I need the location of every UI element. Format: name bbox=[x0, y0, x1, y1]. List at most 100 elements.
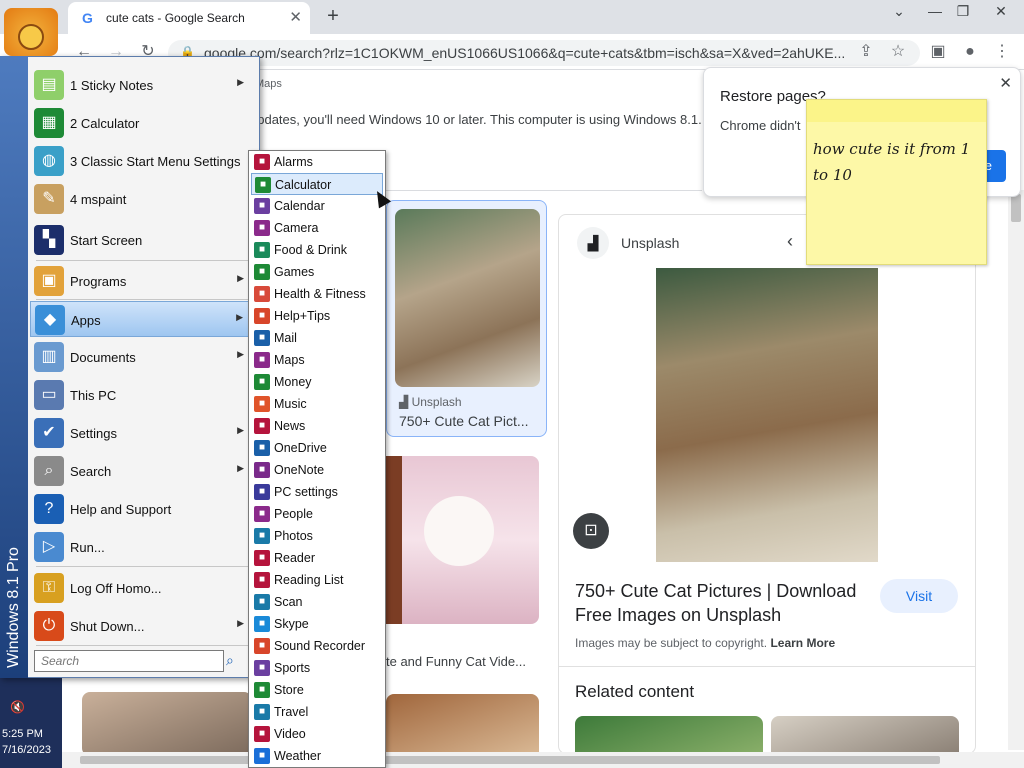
app-item-photos[interactable]: ■ Photos bbox=[251, 525, 383, 547]
app-item-help-tips[interactable]: ■ Help+Tips bbox=[251, 305, 383, 327]
copyright-note: Images may be subject to copyright. Lear… bbox=[575, 636, 836, 650]
app-item-label: Photos bbox=[274, 529, 313, 543]
sticky-note-titlebar[interactable] bbox=[807, 100, 986, 122]
app-item-news[interactable]: ■ News bbox=[251, 415, 383, 437]
app-item-sports[interactable]: ■ Sports bbox=[251, 657, 383, 679]
tab-cute-cats[interactable]: G cute cats - Google Search ✕ bbox=[68, 2, 310, 34]
app-item-maps[interactable]: ■ Maps bbox=[251, 349, 383, 371]
share-icon[interactable]: ⇪ bbox=[856, 44, 876, 60]
app-item-label: Food & Drink bbox=[274, 243, 347, 257]
start-menu-item-2-calculator[interactable]: ▦ 2 Calculator bbox=[30, 105, 252, 141]
start-menu-item-settings[interactable]: ✔ Settings ▶ bbox=[30, 415, 252, 451]
app-item-travel[interactable]: ■ Travel bbox=[251, 701, 383, 723]
menu-icon[interactable]: ⋮ bbox=[992, 44, 1012, 60]
close-window-button[interactable]: ✕ bbox=[984, 0, 1018, 24]
shell-icon: ◍ bbox=[34, 146, 64, 176]
start-menu-item-search[interactable]: ⌕ Search ▶ bbox=[30, 453, 252, 489]
new-tab-button[interactable]: + bbox=[322, 5, 344, 28]
start-menu-item-1-sticky-notes[interactable]: ▤ 1 Sticky Notes ▶ bbox=[30, 67, 252, 103]
log-off-icon: ⚿ bbox=[34, 573, 64, 603]
related-image-1[interactable] bbox=[575, 716, 763, 756]
bookmark-star-icon[interactable]: ☆ bbox=[888, 44, 908, 60]
app-item-camera[interactable]: ■ Camera bbox=[251, 217, 383, 239]
app-item-health-fitness[interactable]: ■ Health & Fitness bbox=[251, 283, 383, 305]
visit-button[interactable]: Visit bbox=[880, 579, 958, 613]
app-item-label: Help+Tips bbox=[274, 309, 331, 323]
start-menu-item-documents[interactable]: ▥ Documents ▶ bbox=[30, 339, 252, 375]
prev-icon[interactable]: ‹ bbox=[787, 231, 793, 252]
related-image-2[interactable] bbox=[771, 716, 959, 756]
start-button[interactable] bbox=[4, 8, 58, 56]
app-item-people[interactable]: ■ People bbox=[251, 503, 383, 525]
tab-search-button[interactable]: ⌄ bbox=[882, 0, 916, 24]
start-search-input[interactable]: Search bbox=[34, 650, 224, 672]
clock[interactable]: 5:25 PM 7/16/2023 bbox=[2, 726, 51, 758]
google-lens-icon[interactable]: ⊡ bbox=[573, 513, 609, 549]
app-item-onedrive[interactable]: ■ OneDrive bbox=[251, 437, 383, 459]
partial-thumbnail[interactable] bbox=[386, 456, 402, 624]
url-text[interactable]: google.com/search?rlz=1C1OKWM_enUS1066US… bbox=[204, 45, 844, 61]
search-icon[interactable]: ⌕ bbox=[226, 652, 234, 669]
computer-icon: ▭ bbox=[34, 380, 64, 410]
learn-more-link[interactable]: Learn More bbox=[770, 636, 835, 650]
app-item-sound-recorder[interactable]: ■ Sound Recorder bbox=[251, 635, 383, 657]
image-result-selected[interactable]: ▟ Unsplash 750+ Cute Cat Pict... bbox=[386, 200, 547, 437]
horizontal-scrollbar[interactable] bbox=[60, 752, 1024, 768]
app-item-label: Games bbox=[274, 265, 315, 279]
sleeping-kitten-thumbnail[interactable] bbox=[386, 694, 539, 754]
app-item-label: Sports bbox=[274, 661, 311, 675]
app-item-food-drink[interactable]: ■ Food & Drink bbox=[251, 239, 383, 261]
start-menu-item-4-mspaint[interactable]: ✎ 4 mspaint bbox=[30, 181, 252, 217]
preview-image[interactable] bbox=[656, 268, 878, 562]
start-menu-item-3-classic-start-menu-settings[interactable]: ◍ 3 Classic Start Menu Settings bbox=[30, 143, 252, 179]
app-item-pc-settings[interactable]: ■ PC settings bbox=[251, 481, 383, 503]
app-item-calendar[interactable]: ■ Calendar bbox=[251, 195, 383, 217]
app-calendar-icon: ■ bbox=[254, 198, 270, 214]
kitten-thumbnail[interactable] bbox=[395, 209, 540, 387]
side-panel-icon[interactable]: ▣ bbox=[928, 44, 948, 60]
app-item-reading-list[interactable]: ■ Reading List bbox=[251, 569, 383, 591]
start-menu-item-log-off-homo[interactable]: ⚿ Log Off Homo... bbox=[30, 570, 252, 606]
app-item-video[interactable]: ■ Video bbox=[251, 723, 383, 745]
volume-icon[interactable]: 🔇 bbox=[10, 700, 25, 714]
sticky-note[interactable]: how cute is it from 1 to 10 bbox=[806, 99, 987, 265]
start-menu-item-shut-down[interactable]: ⏻ Shut Down... ▶ bbox=[30, 608, 252, 644]
start-menu-item-this-pc[interactable]: ▭ This PC bbox=[30, 377, 252, 413]
app-item-calculator[interactable]: ■ Calculator bbox=[251, 173, 383, 195]
panel-source[interactable]: Unsplash bbox=[621, 235, 679, 251]
app-item-skype[interactable]: ■ Skype bbox=[251, 613, 383, 635]
app-item-alarms[interactable]: ■ Alarms bbox=[251, 151, 383, 173]
start-menu-item-label: 3 Classic Start Menu Settings bbox=[70, 154, 241, 169]
app-item-reader[interactable]: ■ Reader bbox=[251, 547, 383, 569]
tab-close-icon[interactable]: ✕ bbox=[289, 8, 302, 26]
start-menu-item-start-screen[interactable]: ▚ Start Screen bbox=[30, 222, 252, 258]
app-item-label: Video bbox=[274, 727, 306, 741]
app-food-drink-icon: ■ bbox=[254, 242, 270, 258]
app-item-mail[interactable]: ■ Mail bbox=[251, 327, 383, 349]
profile-icon[interactable]: ● bbox=[960, 44, 980, 60]
panel-title[interactable]: 750+ Cute Cat Pictures | Download Free I… bbox=[575, 579, 865, 627]
app-item-label: Reading List bbox=[274, 573, 344, 587]
app-item-games[interactable]: ■ Games bbox=[251, 261, 383, 283]
sticky-note-text[interactable]: how cute is it from 1 to 10 bbox=[813, 136, 983, 188]
app-people-icon: ■ bbox=[254, 506, 270, 522]
app-item-store[interactable]: ■ Store bbox=[251, 679, 383, 701]
result-title[interactable]: 750+ Cute Cat Pict... bbox=[399, 413, 529, 429]
app-item-music[interactable]: ■ Music bbox=[251, 393, 383, 415]
start-menu-item-apps[interactable]: ◆ Apps ▶ bbox=[30, 301, 252, 337]
start-menu-item-programs[interactable]: ▣ Programs ▶ bbox=[30, 263, 252, 299]
restore-button[interactable]: ❐ bbox=[946, 0, 980, 24]
app-item-weather[interactable]: ■ Weather bbox=[251, 745, 383, 767]
close-icon[interactable]: ✕ bbox=[999, 74, 1012, 92]
video-result-title[interactable]: te and Funny Cat Vide... bbox=[386, 654, 526, 669]
app-item-money[interactable]: ■ Money bbox=[251, 371, 383, 393]
start-menu-item-run[interactable]: ▷ Run... bbox=[30, 529, 252, 565]
start-menu-banner: Windows 8.1 Pro bbox=[0, 56, 28, 678]
app-item-onenote[interactable]: ■ OneNote bbox=[251, 459, 383, 481]
white-kitten-thumbnail[interactable] bbox=[386, 456, 539, 624]
start-menu-item-help-and-support[interactable]: ? Help and Support bbox=[30, 491, 252, 527]
vertical-scrollbar[interactable] bbox=[1008, 190, 1024, 750]
kitten-thumbnail-bottom[interactable] bbox=[82, 692, 252, 756]
address-bar[interactable]: 🔒 google.com/search?rlz=1C1OKWM_enUS1066… bbox=[168, 40, 920, 66]
app-item-scan[interactable]: ■ Scan bbox=[251, 591, 383, 613]
